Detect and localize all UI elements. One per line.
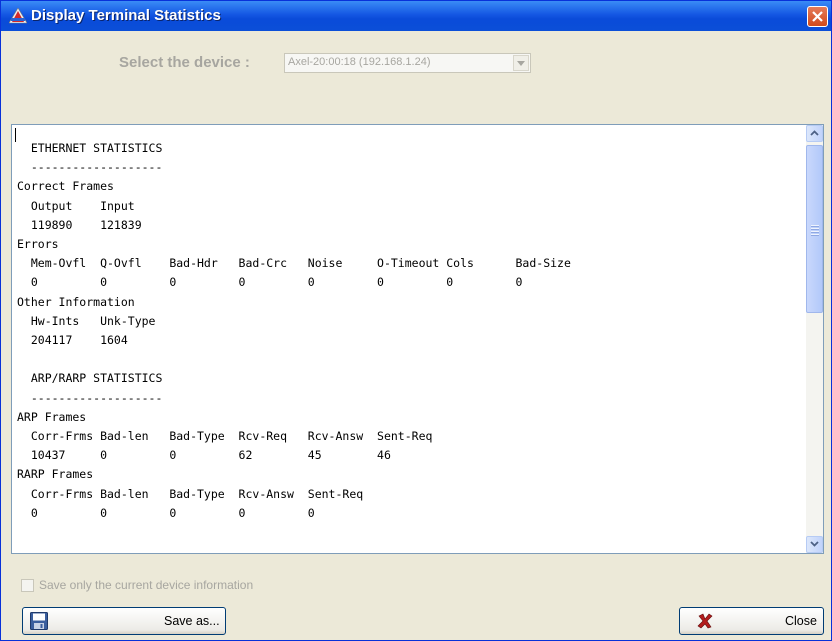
window-title: Display Terminal Statistics: [31, 7, 221, 24]
floppy-disk-icon: [30, 612, 48, 634]
window-close-button[interactable]: [807, 6, 828, 27]
device-select-dropdown-button[interactable]: [513, 55, 529, 71]
vertical-scrollbar[interactable]: [806, 125, 823, 553]
device-selector-row: Select the device : Axel-20:00:18 (192.1…: [1, 51, 831, 75]
device-select[interactable]: Axel-20:00:18 (192.168.1.24): [284, 53, 531, 73]
chevron-down-icon: [517, 61, 525, 66]
device-select-value: Axel-20:00:18 (192.168.1.24): [288, 56, 431, 68]
title-bar[interactable]: Display Terminal Statistics: [1, 1, 831, 31]
save-current-only-checkbox[interactable]: [21, 579, 34, 592]
save-current-only-label: Save only the current device information: [39, 578, 254, 592]
statistics-text-area[interactable]: ETHERNET STATISTICS ------------------- …: [11, 124, 824, 554]
statistics-content: ETHERNET STATISTICS ------------------- …: [17, 141, 571, 520]
close-button[interactable]: Close: [679, 607, 824, 635]
text-caret: [15, 128, 16, 142]
app-logo-icon: [8, 7, 28, 24]
device-select-label: Select the device :: [119, 54, 250, 71]
statistics-dialog: Display Terminal Statistics Select the d…: [0, 0, 832, 641]
save-as-label: Save as...: [164, 614, 220, 628]
scroll-up-button[interactable]: [806, 125, 823, 142]
red-x-icon: [697, 613, 713, 633]
scrollbar-grip: [811, 225, 819, 237]
close-label: Close: [785, 614, 817, 628]
scroll-up-arrow-icon: [810, 130, 819, 136]
scroll-down-button[interactable]: [806, 536, 823, 553]
save-as-button[interactable]: Save as...: [22, 607, 226, 635]
scroll-down-arrow-icon: [810, 541, 819, 547]
close-x-icon: [812, 11, 823, 22]
scrollbar-thumb[interactable]: [806, 145, 823, 313]
